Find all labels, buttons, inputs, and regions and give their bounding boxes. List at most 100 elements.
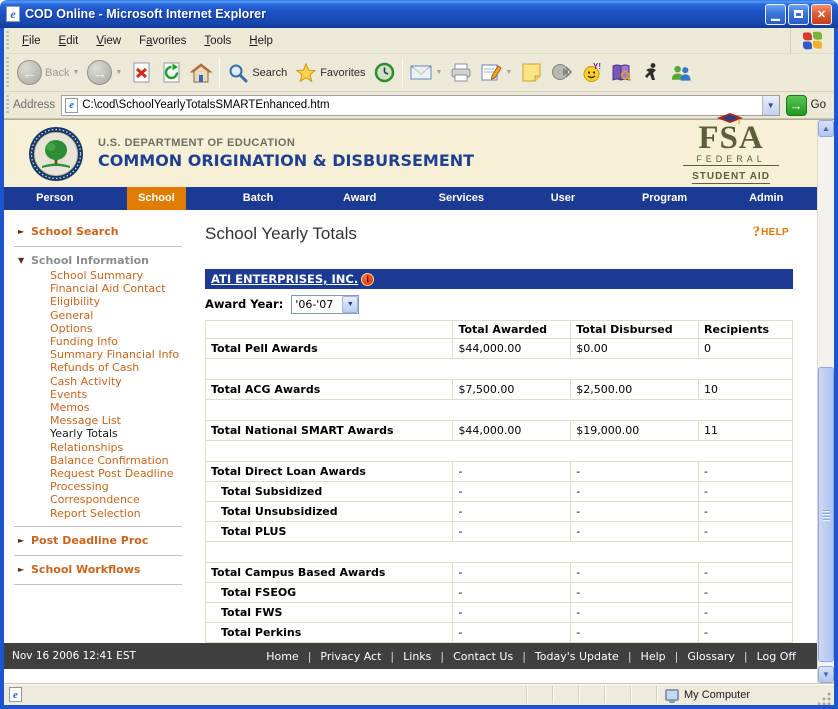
menu-file[interactable]: File <box>13 31 50 51</box>
sidebar-item-request-post-deadline[interactable]: Request Post Deadline <box>4 467 194 480</box>
go-button[interactable]: → <box>786 95 807 116</box>
my-computer-icon <box>665 689 679 701</box>
back-button[interactable]: ← Back ▼ <box>13 58 83 87</box>
toolbar-grip[interactable] <box>6 57 9 88</box>
maximize-button[interactable] <box>788 4 809 25</box>
note-button[interactable] <box>516 60 546 86</box>
home-button[interactable] <box>186 60 216 86</box>
msn-messenger-button[interactable] <box>666 60 696 86</box>
tab-batch[interactable]: Batch <box>207 187 309 210</box>
stop-button[interactable] <box>126 60 156 86</box>
mail-button[interactable]: ▼ <box>406 60 446 86</box>
sidebar-item-memos[interactable]: Memos <box>4 401 194 414</box>
close-button[interactable]: ✕ <box>811 4 832 25</box>
tab-person[interactable]: Person <box>4 187 106 210</box>
favorites-button[interactable]: Favorites <box>291 60 369 86</box>
edit-button[interactable]: ▼ <box>476 60 516 86</box>
chevron-down-icon[interactable]: ▼ <box>342 296 358 313</box>
sidebar-item-general[interactable]: General <box>4 309 194 322</box>
address-input[interactable]: e C:\cod\SchoolYearlyTotalsSMARTEnhanced… <box>61 95 779 116</box>
history-button[interactable] <box>369 60 399 86</box>
go-label[interactable]: Go <box>811 99 826 111</box>
sidebar-item-summary-financial-info[interactable]: Summary Financial Info <box>4 348 194 361</box>
tab-award[interactable]: Award <box>309 187 411 210</box>
toolbar-grip[interactable] <box>6 95 9 115</box>
footer-link-contact-us[interactable]: Contact Us <box>448 650 518 663</box>
row-label: Total FWS <box>206 603 453 623</box>
table-spacer-row <box>206 542 793 563</box>
footer-link-log-off[interactable]: Log Off <box>752 650 801 663</box>
yahoo-messenger-button[interactable]: Y! <box>576 60 606 86</box>
sidebar-item-eligibility[interactable]: Eligibility <box>4 295 194 308</box>
sidebar-item-financial-aid-contact[interactable]: Financial Aid Contact <box>4 282 194 295</box>
menu-view[interactable]: View <box>87 31 130 51</box>
research-icon <box>610 62 632 84</box>
toolbar-grip[interactable] <box>6 31 9 50</box>
tab-program[interactable]: Program <box>614 187 716 210</box>
refresh-button[interactable] <box>156 60 186 86</box>
edit-dropdown-icon[interactable]: ▼ <box>505 69 512 76</box>
status-panel <box>552 686 578 703</box>
footer-link-links[interactable]: Links <box>398 650 436 663</box>
scrollbar-thumb[interactable] <box>818 367 834 662</box>
total-disbursed-value: $0.00 <box>571 339 699 359</box>
footer-link-today-s-update[interactable]: Today's Update <box>530 650 624 663</box>
tab-admin[interactable]: Admin <box>715 187 817 210</box>
vertical-scrollbar[interactable]: ▲ ▼ <box>817 120 834 683</box>
footer-link-home[interactable]: Home <box>261 650 303 663</box>
address-value[interactable]: C:\cod\SchoolYearlyTotalsSMARTEnhanced.h… <box>82 99 761 111</box>
school-name-link[interactable]: ATI ENTERPRISES, INC. <box>211 272 358 286</box>
sidebar-item-cash-activity[interactable]: Cash Activity <box>4 375 194 388</box>
help-link[interactable]: ? HELP <box>753 224 789 241</box>
menu-favorites[interactable]: Favorites <box>130 31 195 51</box>
footer-link-help[interactable]: Help <box>636 650 671 663</box>
edit-icon <box>480 62 502 84</box>
sidebar-item-message-list[interactable]: Message List <box>4 414 194 427</box>
total-disbursed-value: - <box>571 563 699 583</box>
menu-help[interactable]: Help <box>240 31 282 51</box>
sidebar-section-post-deadline-proc[interactable]: ►Post Deadline Proc <box>4 532 194 549</box>
sidebar-item-school-summary[interactable]: School Summary <box>4 269 194 282</box>
minimize-icon: ▁ <box>771 10 779 20</box>
research-button[interactable] <box>606 60 636 86</box>
scroll-down-button[interactable]: ▼ <box>818 666 834 683</box>
menu-tools[interactable]: Tools <box>195 31 240 51</box>
sidebar-item-relationships[interactable]: Relationships <box>4 441 194 454</box>
sidebar-item-funding-info[interactable]: Funding Info <box>4 335 194 348</box>
media-button[interactable] <box>546 60 576 86</box>
sidebar-item-balance-confirmation[interactable]: Balance Confirmation <box>4 454 194 467</box>
sidebar-item-events[interactable]: Events <box>4 388 194 401</box>
award-year-select[interactable]: '06-'07 ▼ <box>291 295 359 314</box>
column-header: Total Disbursed <box>571 321 699 339</box>
sidebar-item-correspondence[interactable]: Correspondence <box>4 493 194 506</box>
tab-user[interactable]: User <box>512 187 614 210</box>
sidebar-item-report-selection[interactable]: Report Selection <box>4 507 194 520</box>
mail-icon <box>410 62 432 84</box>
minimize-button[interactable]: ▁ <box>765 4 786 25</box>
address-dropdown-button[interactable]: ▼ <box>762 96 779 115</box>
search-button[interactable]: Search <box>223 60 291 86</box>
scroll-up-button[interactable]: ▲ <box>818 120 834 137</box>
sidebar-item-options[interactable]: Options <box>4 322 194 335</box>
resize-grip[interactable] <box>818 691 832 705</box>
sidebar-section-school-information[interactable]: ▼School Information <box>4 252 194 269</box>
total-disbursed-value: $2,500.00 <box>571 380 699 400</box>
tab-school[interactable]: School <box>106 187 208 210</box>
scrollbar-track[interactable] <box>818 137 834 666</box>
print-button[interactable] <box>446 60 476 86</box>
footer-link-privacy-act[interactable]: Privacy Act <box>315 650 386 663</box>
table-row: Total Unsubsidized--- <box>206 502 793 522</box>
footer-link-glossary[interactable]: Glossary <box>682 650 740 663</box>
info-icon[interactable]: i <box>361 273 374 286</box>
menu-edit[interactable]: Edit <box>50 31 88 51</box>
tab-services[interactable]: Services <box>411 187 513 210</box>
back-dropdown-icon[interactable]: ▼ <box>72 69 79 76</box>
sidebar-section-school-workflows[interactable]: ►School Workflows <box>4 561 194 578</box>
forward-button[interactable]: → ▼ <box>83 58 126 87</box>
sidebar-item-refunds-of-cash[interactable]: Refunds of Cash <box>4 361 194 374</box>
sidebar-section-school-search[interactable]: ►School Search <box>4 223 194 240</box>
sidebar-item-processing[interactable]: Processing <box>4 480 194 493</box>
forward-dropdown-icon[interactable]: ▼ <box>115 69 122 76</box>
aim-button[interactable] <box>636 60 666 86</box>
mail-dropdown-icon[interactable]: ▼ <box>435 69 442 76</box>
